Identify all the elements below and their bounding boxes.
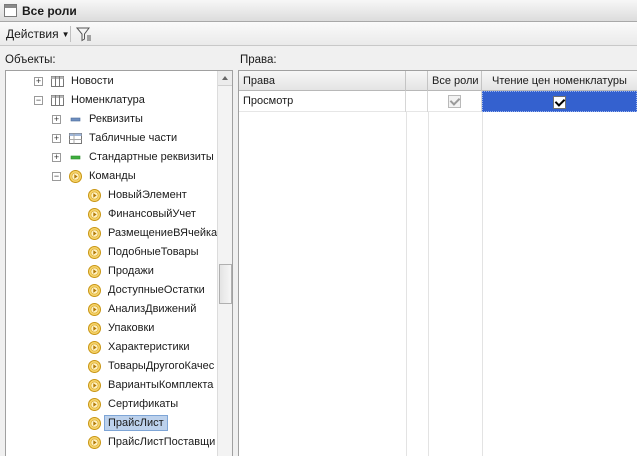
- toolbar-divider: [70, 26, 71, 42]
- objects-tree[interactable]: + Новости − Номенклатура + Реквизиты + Табличны…: [5, 70, 233, 456]
- tree-item[interactable]: Характеристики: [6, 338, 216, 357]
- grid-header: Права Все роли Чтение цен номенклатуры: [239, 71, 637, 91]
- read-prices-checkbox[interactable]: [553, 96, 566, 109]
- tree-item[interactable]: ТоварыДругогоКачес: [6, 357, 216, 376]
- all-roles-cell[interactable]: [428, 91, 482, 112]
- rights-cell[interactable]: Просмотр: [239, 91, 406, 112]
- column-header-rights[interactable]: Права: [239, 71, 406, 91]
- column-header-blank[interactable]: [406, 71, 428, 91]
- tree-item-label: Команды: [89, 170, 136, 182]
- tree-item[interactable]: ПодобныеТовары: [6, 243, 216, 262]
- tree-item[interactable]: − Команды: [6, 167, 216, 186]
- tree-item-label: Характеристики: [108, 341, 190, 353]
- column-divider: [482, 112, 483, 456]
- tree-item-label: Сертификаты: [108, 398, 179, 410]
- command-icon: [87, 359, 102, 374]
- tree-item[interactable]: ПрайсЛистПоставщи: [6, 433, 216, 452]
- collapse-icon[interactable]: −: [34, 96, 43, 105]
- tree-scrollbar[interactable]: [217, 71, 232, 456]
- command-icon: [87, 378, 102, 393]
- command-icon: [87, 188, 102, 203]
- tree-item[interactable]: НовыйЭлемент: [6, 186, 216, 205]
- column-header-all-roles[interactable]: Все роли: [428, 71, 482, 91]
- command-icon: [87, 207, 102, 222]
- standard-attribute-icon: [68, 150, 83, 165]
- column-divider: [428, 112, 429, 456]
- command-icon: [87, 226, 102, 241]
- actions-menu-button[interactable]: Действия ▼: [3, 26, 73, 42]
- window-icon: [4, 4, 17, 17]
- objects-label: Объекты:: [5, 54, 56, 66]
- command-icon: [87, 302, 102, 317]
- expand-icon[interactable]: +: [52, 115, 61, 124]
- tree-item-label: Номенклатура: [71, 94, 145, 106]
- tree-item[interactable]: ДоступныеОстатки: [6, 281, 216, 300]
- command-icon: [87, 321, 102, 336]
- scroll-thumb[interactable]: [219, 264, 232, 304]
- table-icon: [50, 93, 65, 108]
- tree-item-label: Новости: [71, 75, 114, 87]
- table-row[interactable]: Просмотр: [239, 91, 637, 112]
- window-title: Все роли: [22, 4, 77, 18]
- tree-item[interactable]: ФинансовыйУчет: [6, 205, 216, 224]
- expand-icon[interactable]: +: [34, 77, 43, 86]
- tree-item[interactable]: Продажи: [6, 262, 216, 281]
- tree-item-label: НовыйЭлемент: [108, 189, 187, 201]
- rights-label: Права:: [240, 54, 277, 66]
- command-icon: [87, 245, 102, 260]
- table-icon: [50, 74, 65, 89]
- rights-grid[interactable]: Права Все роли Чтение цен номенклатуры П…: [238, 70, 637, 456]
- command-icon: [87, 340, 102, 355]
- tree-item-label: ТоварыДругогоКачес: [108, 360, 215, 372]
- tree-item-label: ВариантыКомплекта: [108, 379, 214, 391]
- tree-item-label: Стандартные реквизиты: [89, 151, 214, 163]
- tree-item-label: ПрайсЛист: [104, 415, 168, 431]
- tree-item-label: ПодобныеТовары: [108, 246, 199, 258]
- tree-item-label: Табличные части: [89, 132, 178, 144]
- tree-item[interactable]: + Стандартные реквизиты: [6, 148, 216, 167]
- actions-label: Действия: [6, 27, 59, 41]
- command-icon: [87, 397, 102, 412]
- command-icon: [87, 264, 102, 279]
- tree-item-label: Продажи: [108, 265, 154, 277]
- command-icon: [87, 435, 102, 450]
- tree-item-label: ПрайсЛистПоставщи: [108, 436, 216, 448]
- tree-item-label: Упаковки: [108, 322, 155, 334]
- tree-item[interactable]: РазмещениеВЯчейка: [6, 224, 218, 243]
- attribute-icon: [68, 112, 83, 127]
- filter-icon[interactable]: [76, 26, 92, 42]
- tree-item[interactable]: Упаковки: [6, 319, 216, 338]
- all-roles-checkbox[interactable]: [448, 95, 461, 108]
- collapse-icon[interactable]: −: [52, 172, 61, 181]
- tree-item[interactable]: АнализДвижений: [6, 300, 216, 319]
- tree-item[interactable]: − Номенклатура: [6, 91, 216, 110]
- read-prices-cell[interactable]: [482, 91, 637, 112]
- expand-icon[interactable]: +: [52, 134, 61, 143]
- tree-item-label: ДоступныеОстатки: [108, 284, 205, 296]
- column-header-read-prices[interactable]: Чтение цен номенклатуры: [482, 71, 637, 91]
- chevron-down-icon: ▼: [61, 30, 70, 40]
- tree-item[interactable]: Сертификаты: [6, 395, 216, 414]
- tree-item-label: РазмещениеВЯчейка: [108, 227, 218, 239]
- tree-item[interactable]: + Новости: [6, 72, 216, 91]
- window-titlebar: Все роли: [0, 0, 637, 22]
- toolbar: Действия ▼: [0, 22, 637, 46]
- tree-item-label: АнализДвижений: [108, 303, 197, 315]
- tree-item[interactable]: + Реквизиты: [6, 110, 216, 129]
- tree-item[interactable]: ПрайсЛист: [6, 414, 216, 433]
- expand-icon[interactable]: +: [52, 153, 61, 162]
- command-icon: [87, 416, 102, 431]
- tree-item-label: Реквизиты: [89, 113, 143, 125]
- tree-item[interactable]: + Табличные части: [6, 129, 216, 148]
- tabular-section-icon: [68, 131, 83, 146]
- tree-item[interactable]: ВариантыКомплекта: [6, 376, 216, 395]
- tree-item-label: ФинансовыйУчет: [108, 208, 196, 220]
- command-icon: [87, 283, 102, 298]
- scroll-up-icon[interactable]: [218, 71, 232, 86]
- column-divider: [406, 112, 407, 456]
- command-icon: [68, 169, 83, 184]
- blank-cell: [406, 91, 428, 112]
